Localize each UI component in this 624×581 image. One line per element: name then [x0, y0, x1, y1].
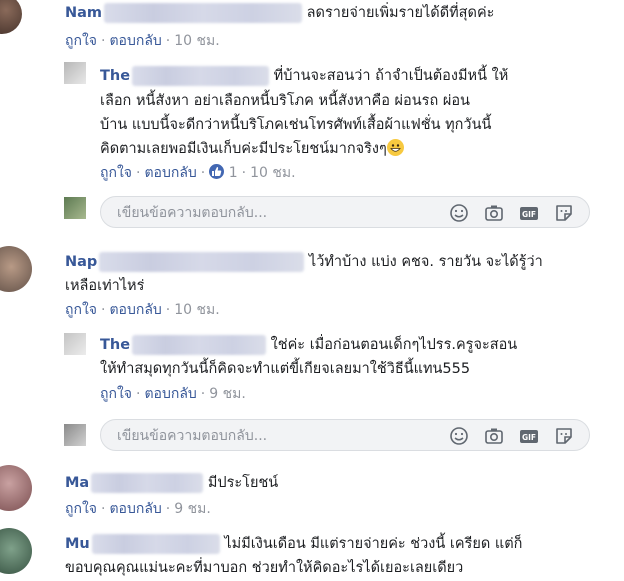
smiley-icon[interactable] — [448, 425, 470, 447]
timestamp[interactable]: 9 ชม. — [209, 386, 246, 402]
sticker-icon[interactable] — [553, 425, 575, 447]
commenter-name[interactable]: Nam — [65, 5, 102, 21]
grinning-emoji-icon — [386, 139, 404, 156]
comment-text: Nam ลดรายจ่ายเพิ่มรายได้ดีที่สุดค่ะ — [65, 3, 494, 23]
reply-link[interactable]: ตอบกลับ — [109, 33, 161, 49]
like-link[interactable]: ถูกใจ — [65, 33, 97, 49]
comment-actions: ถูกใจ · ตอบกลับ · 10 ชม. — [65, 302, 220, 318]
comment-actions: ถูกใจ · ตอบกลับ · 9 ชม. — [100, 386, 246, 402]
smiley-icon[interactable] — [448, 202, 470, 224]
avatar[interactable] — [0, 528, 32, 574]
reaction-count[interactable]: 1 — [229, 165, 238, 181]
like-link[interactable]: ถูกใจ — [100, 165, 132, 181]
camera-icon[interactable] — [483, 202, 505, 224]
avatar[interactable] — [0, 0, 22, 34]
like-link[interactable]: ถูกใจ — [100, 386, 132, 402]
comment-text-line: บ้าน แบบนี้จะดีกว่าหนี้บริโภคเช่นโทรศัพท… — [100, 117, 492, 133]
comment-actions: ถูกใจ · ตอบกลับ · 10 ชม. — [65, 33, 220, 49]
thumbs-up-icon[interactable] — [209, 164, 225, 179]
timestamp[interactable]: 9 ชม. — [174, 501, 211, 517]
reply-input[interactable] — [115, 203, 419, 223]
commenter-name[interactable]: Ma — [65, 475, 89, 491]
like-link[interactable]: ถูกใจ — [65, 501, 97, 517]
gif-icon[interactable]: GIF — [518, 425, 540, 447]
comment-text-line: ให้ทำสมุดทุกวันนี้ก็คิดจะทำแต่ขี้เกียจเล… — [100, 361, 471, 377]
reply-box: GIF — [100, 419, 590, 451]
commenter-name[interactable]: The — [100, 337, 130, 353]
avatar[interactable] — [0, 465, 32, 511]
comment-body: ไม่มีเงินเดือน มีแต่รายจ่ายค่ะ ช่วงนี้ เ… — [224, 536, 523, 552]
timestamp[interactable]: 10 ชม. — [174, 33, 219, 49]
reply-link[interactable]: ตอบกลับ — [109, 501, 161, 517]
comment-body: มีประโยชน์ — [207, 475, 279, 491]
comment-actions: ถูกใจ · ตอบกลับ · 1 · 10 ชม. — [100, 164, 296, 181]
comment-text-line: เหลือเท่าไหร่ — [65, 278, 145, 294]
comment-body: ไว้ทำบ้าง แบ่ง คชจ. รายวัน จะได้รู้ว่า — [308, 254, 543, 270]
comment-text-line: คิดตามเลยพอมีเงินเก็บค่ะมีประโยชน์มากจริ… — [100, 139, 404, 159]
comment-text: The ที่บ้านจะสอนว่า ถ้าจำเป็นต้องมีหนี้ … — [100, 66, 508, 86]
comment-text-line: เลือก หนี้สังหา อย่าเลือกหนี้บริโภค หนี้… — [100, 93, 470, 109]
reply-input[interactable] — [115, 426, 419, 446]
reply-link[interactable]: ตอบกลับ — [144, 386, 196, 402]
avatar[interactable] — [64, 333, 86, 355]
avatar[interactable] — [64, 197, 86, 219]
comment-text: The ใช่ค่ะ เมื่อก่อนตอนเด็กๆไปรร.ครูจะสอ… — [100, 335, 517, 355]
avatar[interactable] — [64, 424, 86, 446]
comment-actions: ถูกใจ · ตอบกลับ · 9 ชม. — [65, 501, 211, 517]
svg-text:GIF: GIF — [522, 433, 536, 442]
comment-text: Ma มีประโยชน์ — [65, 473, 278, 493]
commenter-name[interactable]: Mu — [65, 536, 90, 552]
commenter-name[interactable]: Nap — [65, 254, 97, 270]
comment-text-line: ขอบคุณคุณแม่นะคะที่มาบอก ช่วยทำให้คิดอะไ… — [65, 560, 464, 576]
sticker-icon[interactable] — [553, 202, 575, 224]
comment-body: ที่บ้านจะสอนว่า ถ้าจำเป็นต้องมีหนี้ ให้ — [273, 68, 509, 84]
blurred-name — [132, 66, 270, 86]
blurred-name — [104, 3, 303, 23]
reply-box: GIF — [100, 196, 590, 228]
blurred-name — [99, 252, 305, 272]
gif-icon[interactable]: GIF — [518, 202, 540, 224]
comment-body: ลดรายจ่ายเพิ่มรายได้ดีที่สุดค่ะ — [306, 5, 495, 21]
blurred-name — [132, 335, 267, 355]
svg-text:GIF: GIF — [522, 210, 536, 219]
reply-link[interactable]: ตอบกลับ — [109, 302, 161, 318]
comment-body: ใช่ค่ะ เมื่อก่อนตอนเด็กๆไปรร.ครูจะสอน — [270, 337, 518, 353]
commenter-name[interactable]: The — [100, 68, 130, 84]
avatar[interactable] — [0, 246, 32, 292]
blurred-name — [91, 473, 204, 493]
avatar[interactable] — [64, 62, 86, 84]
comment-text: Mu ไม่มีเงินเดือน มีแต่รายจ่ายค่ะ ช่วงนี… — [65, 534, 522, 554]
timestamp[interactable]: 10 ชม. — [174, 302, 219, 318]
like-link[interactable]: ถูกใจ — [65, 302, 97, 318]
blurred-name — [91, 534, 220, 554]
comment-text: Nap ไว้ทำบ้าง แบ่ง คชจ. รายวัน จะได้รู้ว… — [65, 252, 543, 272]
timestamp[interactable]: 10 ชม. — [250, 165, 295, 181]
reply-link[interactable]: ตอบกลับ — [144, 165, 196, 181]
camera-icon[interactable] — [483, 425, 505, 447]
